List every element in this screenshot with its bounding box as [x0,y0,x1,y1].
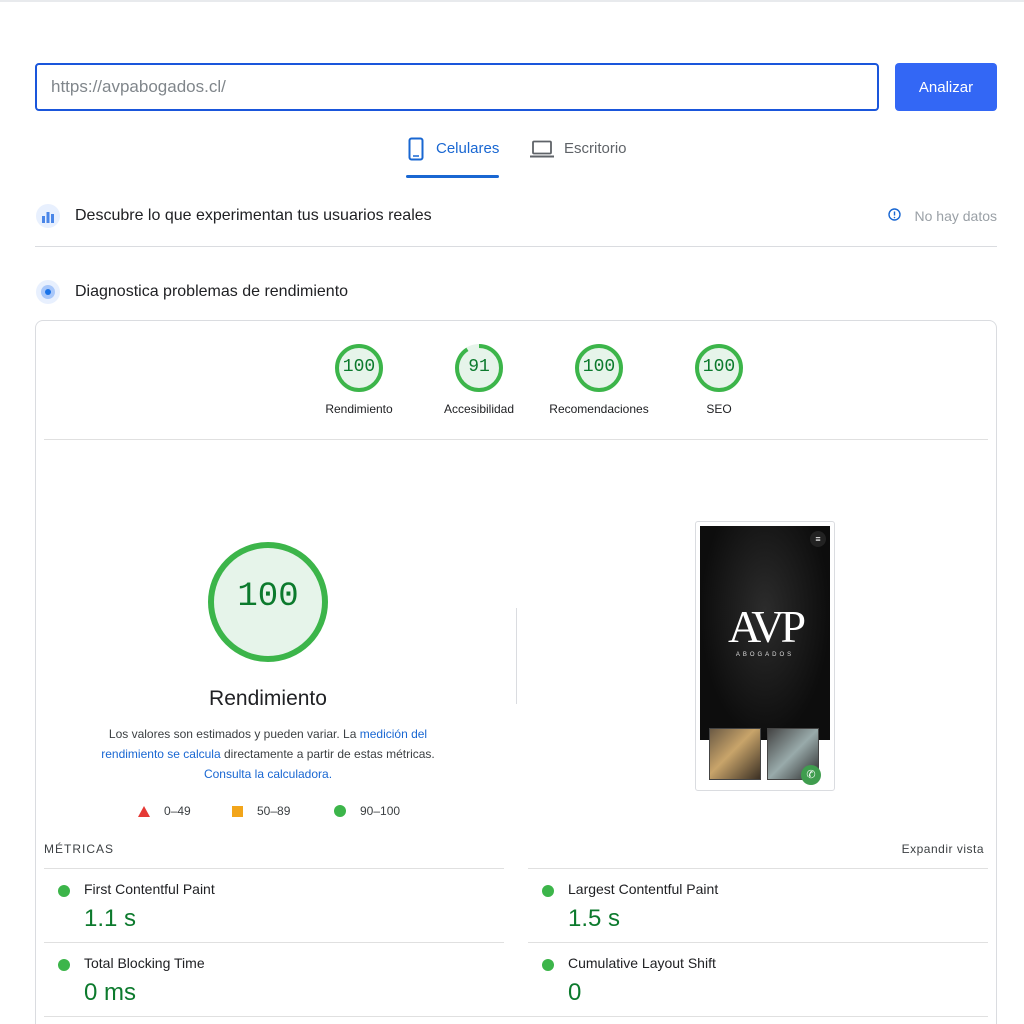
vertical-divider [516,608,517,704]
score-legend: 0–49 50–89 90–100 [136,804,436,820]
performance-score-gauge: 100 [206,540,330,664]
photo-thumbnail [709,728,761,780]
category-scores: 100 Rendimiento 91 Accesibilidad 100 Rec… [299,343,743,423]
desc-text: Los valores son estimados y pueden varia… [108,727,360,741]
score-label: Rendimiento [325,402,393,416]
final-screenshot: ≡ AVP ABOGADOS ✆ [695,521,835,791]
users-chart-icon [35,203,61,229]
analyze-button[interactable]: Analizar [895,63,997,111]
site-logo: AVP [727,601,806,652]
pass-dot-icon [542,959,554,971]
device-tabs: Celulares Escritorio [400,136,640,180]
pass-dot-icon [58,959,70,971]
metrics-bottom-divider [44,1016,988,1017]
smartphone-icon [406,136,426,162]
legend-fail: 0–49 [138,804,191,818]
metric-value: 1.1 s [84,905,137,932]
lab-target-icon [35,279,61,305]
performance-description: Los valores son estimados y pueden varia… [88,724,448,784]
average-square-icon [232,805,243,817]
tab-mobile-label: Celulares [436,140,500,157]
score-value: 100 [582,357,616,377]
top-divider [0,0,1024,2]
score-label: SEO [706,402,732,416]
url-search-bar: Analizar [35,63,997,111]
score-value: 91 [468,357,490,377]
tab-desktop-label: Escritorio [564,140,627,157]
metric-cls: Cumulative Layout Shift 0 [528,942,988,1016]
metric-tbt: Total Blocking Time 0 ms [44,942,504,1016]
metric-name: Total Blocking Time [84,955,205,971]
site-logo-subtitle: ABOGADOS [735,652,795,658]
performance-title: Rendimiento [209,687,327,710]
score-gauge-accessibility[interactable]: 91 Accesibilidad [419,343,539,416]
pass-dot-icon [58,885,70,897]
score-value: 100 [702,357,736,377]
calculator-link[interactable]: Consulta la calculadora. [204,767,332,781]
score-gauge-performance[interactable]: 100 Rendimiento [299,343,419,416]
tab-desktop[interactable]: Escritorio [530,138,627,180]
desc-text: directamente a partir de estas métricas. [220,747,435,761]
score-label: Recomendaciones [549,402,649,416]
tab-mobile[interactable]: Celulares [406,136,500,180]
no-data-status: No hay datos [887,208,998,224]
metric-value: 0 ms [84,979,137,1006]
fail-triangle-icon [138,805,150,817]
score-gauge-seo[interactable]: 100 SEO [659,343,779,416]
diagnostics-title: Diagnostica problemas de rendimiento [75,283,349,300]
field-data-section[interactable]: Descubre lo que experimentan tus usuario… [35,202,997,230]
diagnostics-section: Diagnostica problemas de rendimiento [35,278,997,306]
field-data-title: Descubre lo que experimentan tus usuario… [75,207,432,224]
legend-average: 50–89 [232,804,290,818]
legend-average-label: 50–89 [257,804,291,818]
metrics-header: MÉTRICAS Expandir vista [44,842,984,860]
gauges-divider [44,439,988,440]
whatsapp-icon: ✆ [801,765,821,785]
metrics-title: MÉTRICAS [44,842,115,856]
no-data-label: No hay datos [914,208,998,224]
score-value: 100 [342,357,376,377]
metric-name: Cumulative Layout Shift [568,955,716,971]
report-card: 100 Rendimiento 91 Accesibilidad 100 Rec… [35,320,997,1024]
performance-score-value: 100 [237,578,299,616]
metric-lcp: Largest Contentful Paint 1.5 s [528,868,988,942]
pass-circle-icon [334,805,346,817]
score-gauge-best-practices[interactable]: 100 Recomendaciones [539,343,659,416]
metric-name: Largest Contentful Paint [568,881,719,897]
section-divider [35,246,997,247]
laptop-icon [530,136,554,162]
url-input[interactable] [35,63,879,111]
info-icon [887,208,901,224]
metric-name: First Contentful Paint [84,881,215,897]
metric-value: 1.5 s [568,905,621,932]
site-hero-image: ≡ AVP ABOGADOS [700,526,830,740]
legend-pass: 90–100 [334,804,400,818]
metric-value: 0 [568,979,582,1006]
pass-dot-icon [542,885,554,897]
score-label: Accesibilidad [443,402,515,416]
metric-fcp: First Contentful Paint 1.1 s [44,868,504,942]
legend-fail-label: 0–49 [164,804,191,818]
expand-view-toggle[interactable]: Expandir vista [902,842,984,856]
legend-pass-label: 90–100 [360,804,401,818]
hamburger-menu-icon: ≡ [810,531,826,547]
